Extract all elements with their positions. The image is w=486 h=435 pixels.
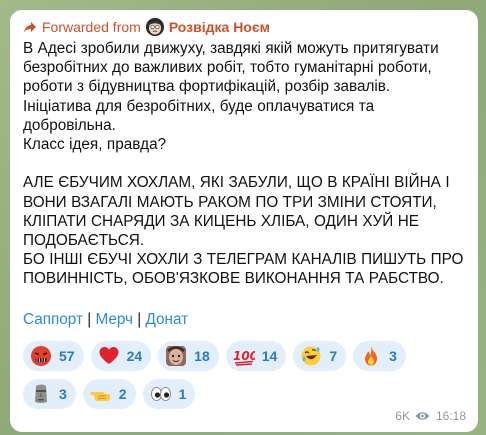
views-count: 6K xyxy=(395,409,410,423)
hundred-points-icon: 100 xyxy=(233,345,255,367)
forwarded-channel-name[interactable]: Розвідка Ноєм xyxy=(169,19,270,35)
footer-links: Саппорт | Мерч | Донат xyxy=(23,311,466,331)
views-eye-icon xyxy=(415,412,430,420)
message-meta: 6K 16:18 xyxy=(395,409,466,423)
pointing-hand-icon xyxy=(90,383,112,405)
svg-text:100: 100 xyxy=(233,349,255,363)
reactions-bar: 57 24 18 10 14 7 3 3 2 1 xyxy=(23,340,463,409)
moai-icon xyxy=(30,383,52,405)
message-text: В Адесі зробили движуху, завдякі якій мо… xyxy=(23,40,464,288)
message-bubble[interactable]: Forwarded from Розвідка Ноєм В Адесі зро… xyxy=(10,10,478,432)
reaction-count: 1 xyxy=(178,385,187,402)
eyes-icon xyxy=(150,383,172,405)
reaction-count: 3 xyxy=(389,347,397,364)
rofl-face-icon xyxy=(300,345,322,367)
angry-face-icon xyxy=(30,345,52,367)
reaction-count: 2 xyxy=(118,385,127,402)
reaction-angry[interactable]: 57 xyxy=(23,340,84,371)
reaction-count: 57 xyxy=(59,347,75,364)
reaction-eyes[interactable]: 1 xyxy=(142,378,196,409)
reaction-count: 18 xyxy=(194,347,210,364)
link-separator: | xyxy=(87,310,92,328)
donate-link[interactable]: Донат xyxy=(146,311,189,328)
reaction-hundred[interactable]: 100 14 xyxy=(225,340,287,371)
forwarded-prefix: Forwarded from xyxy=(42,19,141,35)
forward-arrow-icon xyxy=(24,22,36,33)
red-heart-icon xyxy=(98,345,120,367)
reaction-fire[interactable]: 3 xyxy=(353,340,406,371)
reaction-count: 14 xyxy=(261,347,278,364)
reaction-pointing[interactable]: 2 xyxy=(82,378,136,409)
channel-avatar-icon[interactable] xyxy=(145,18,164,36)
reaction-count: 3 xyxy=(59,385,67,402)
reaction-rofl[interactable]: 7 xyxy=(293,340,347,371)
reaction-count: 7 xyxy=(329,347,338,364)
reaction-count: 24 xyxy=(126,347,143,364)
reaction-sticker[interactable]: 18 xyxy=(158,340,219,371)
merch-link[interactable]: Мерч xyxy=(95,311,133,328)
reaction-moai[interactable]: 3 xyxy=(23,378,76,409)
link-separator: | xyxy=(137,310,142,328)
custom-sticker-icon xyxy=(165,345,187,367)
reaction-heart[interactable]: 24 xyxy=(90,340,152,371)
fire-icon xyxy=(360,345,382,367)
forwarded-header[interactable]: Forwarded from Розвідка Ноєм xyxy=(23,16,466,38)
message-time: 16:18 xyxy=(435,409,466,423)
support-link[interactable]: Саппорт xyxy=(23,311,83,328)
